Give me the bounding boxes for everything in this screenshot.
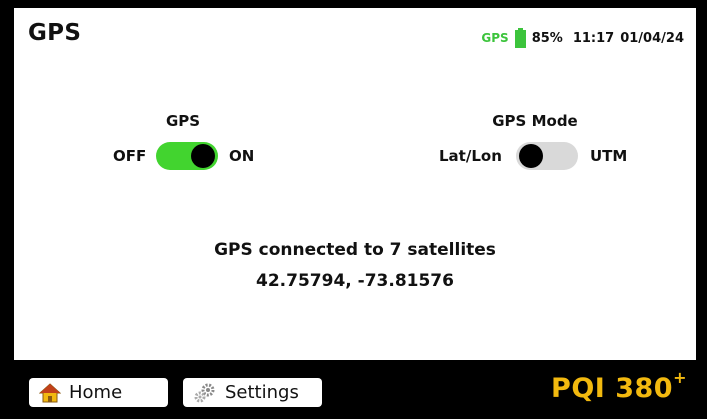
brand-logo: PQI 380+ [551,368,687,404]
home-button-label: Home [69,382,123,403]
gps-mode-label: GPS Mode [492,112,578,130]
gps-off-label: OFF [113,147,147,165]
brand-name: PQI 380 [551,373,674,404]
gps-toggle-label: GPS [165,112,201,130]
gps-toggle-switch[interactable] [156,142,218,170]
page-title: GPS [28,20,82,46]
clock-date: 01/04/24 [620,30,684,46]
battery-percent: 85% [531,30,563,46]
gps-on-label: ON [229,147,255,165]
clock-time: 11:17 [572,30,615,46]
brand-plus: + [673,368,687,387]
gps-mode-toggle-switch[interactable] [516,142,578,170]
toggle-knob [519,144,543,168]
settings-button-label: Settings [225,382,299,403]
gps-screen: GPS GPS 85% 11:17 01/04/24 GPS OFF ON GP… [14,8,696,360]
battery-icon [514,28,526,48]
gps-connection-status: GPS connected to 7 satellites [214,240,496,260]
settings-button[interactable]: Settings [183,378,322,407]
toggle-knob [191,144,215,168]
gears-icon [194,383,215,402]
home-icon [39,382,61,402]
latlon-label: Lat/Lon [439,147,502,165]
utm-label: UTM [590,147,628,165]
home-button[interactable]: Home [29,378,168,407]
status-bar: GPS 85% 11:17 01/04/24 [481,28,684,48]
gps-status-indicator: GPS [481,31,509,45]
gps-coordinates: 42.75794, -73.81576 [256,271,454,291]
